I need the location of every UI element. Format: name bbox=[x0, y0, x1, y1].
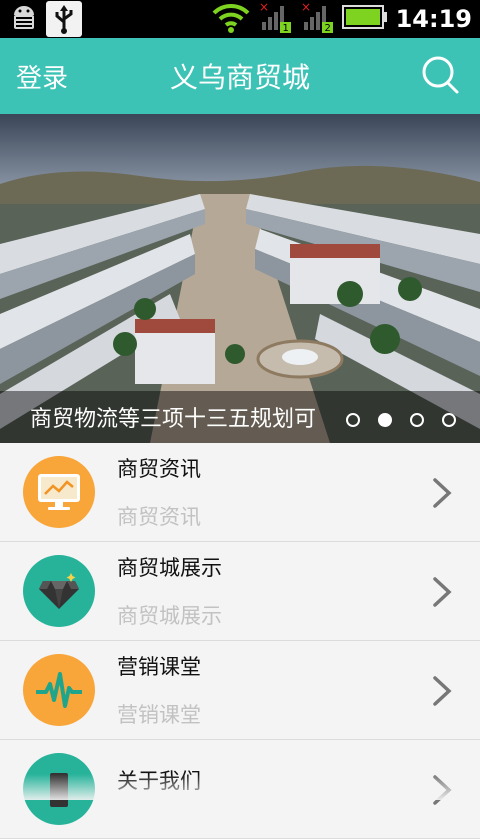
menu-item-title: 商贸城展示 bbox=[117, 552, 222, 582]
search-icon[interactable] bbox=[420, 54, 464, 98]
scroll-fade bbox=[0, 774, 480, 800]
status-right: × 1 × 2 14:19 bbox=[212, 0, 472, 38]
chevron-right-icon bbox=[432, 675, 452, 707]
pulse-icon bbox=[23, 654, 95, 726]
carousel-indicator bbox=[346, 413, 456, 427]
menu-item-title: 营销课堂 bbox=[117, 651, 201, 681]
carousel-dot[interactable] bbox=[346, 413, 360, 427]
carousel-dot[interactable] bbox=[410, 413, 424, 427]
page-title: 义乌商贸城 bbox=[0, 56, 480, 96]
carousel-dot-active[interactable] bbox=[378, 413, 392, 427]
banner-caption: 商贸物流等三项十三五规划可 bbox=[30, 401, 316, 433]
status-bar: × 1 × 2 14:19 bbox=[0, 0, 480, 38]
usb-icon bbox=[46, 1, 82, 37]
signal-2-icon: × 2 bbox=[300, 0, 334, 38]
monitor-chart-icon bbox=[23, 456, 95, 528]
diamond-icon bbox=[23, 555, 95, 627]
banner-carousel[interactable]: 商贸物流等三项十三五规划可 bbox=[0, 114, 480, 443]
status-left bbox=[8, 1, 82, 37]
carousel-dot[interactable] bbox=[442, 413, 456, 427]
svg-text:2: 2 bbox=[324, 23, 330, 34]
menu-item-marketing-class[interactable]: 营销课堂 营销课堂 bbox=[0, 641, 480, 740]
android-debug-icon bbox=[8, 3, 40, 35]
svg-text:1: 1 bbox=[282, 23, 288, 34]
menu-item-subtitle: 商贸资讯 bbox=[117, 501, 201, 531]
menu-item-title: 商贸资讯 bbox=[117, 453, 201, 483]
app-header: 登录 义乌商贸城 bbox=[0, 38, 480, 114]
battery-icon bbox=[342, 4, 388, 34]
chevron-right-icon bbox=[432, 477, 452, 509]
menu-item-trade-news[interactable]: 商贸资讯 商贸资讯 bbox=[0, 443, 480, 542]
menu-item-subtitle: 营销课堂 bbox=[117, 699, 201, 729]
wifi-icon bbox=[212, 1, 250, 37]
svg-text:×: × bbox=[259, 0, 269, 14]
menu-item-subtitle: 商贸城展示 bbox=[117, 600, 222, 630]
login-button[interactable]: 登录 bbox=[16, 58, 68, 95]
menu-item-mall-showcase[interactable]: 商贸城展示 商贸城展示 bbox=[0, 542, 480, 641]
signal-1-icon: × 1 bbox=[258, 0, 292, 38]
status-time: 14:19 bbox=[396, 5, 472, 33]
svg-text:×: × bbox=[301, 0, 311, 14]
chevron-right-icon bbox=[432, 576, 452, 608]
